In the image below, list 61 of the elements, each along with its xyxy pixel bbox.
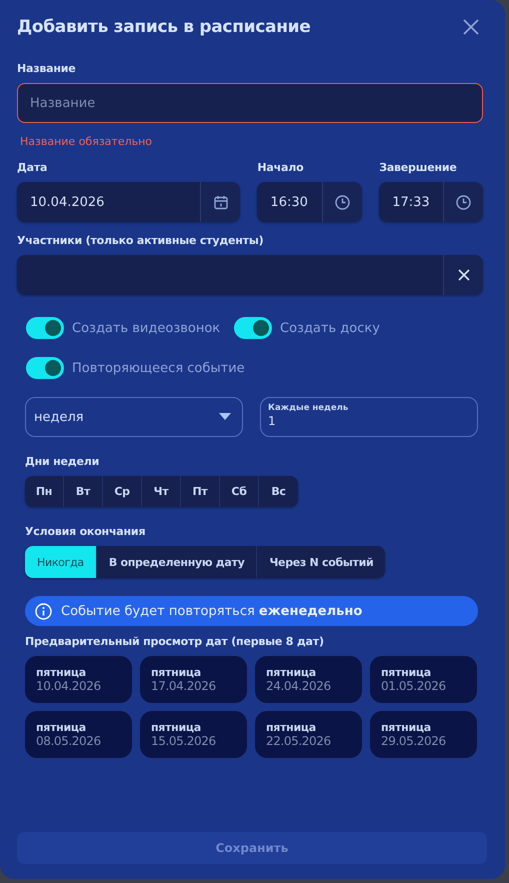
date-text: 10.04.2026 — [36, 679, 102, 693]
clock-button[interactable] — [322, 182, 362, 222]
date-text: 24.04.2026 — [266, 679, 332, 693]
time-field[interactable]: 17:33 — [379, 182, 443, 222]
section-label: Дни недели — [25, 455, 100, 468]
weekday-text: пятница — [36, 666, 87, 679]
weekday-toggle[interactable]: Вс — [259, 476, 298, 507]
date-field[interactable]: 10.04.2026 — [17, 182, 200, 222]
section-label: Условия окончания — [25, 525, 146, 538]
weekday-toggle[interactable]: Ср — [103, 476, 142, 507]
field-label: Завершение — [379, 161, 457, 174]
toggle-switch[interactable] — [234, 317, 272, 339]
interval-field[interactable]: Каждые недель 1 — [260, 397, 478, 437]
field-label: Название — [17, 62, 76, 75]
weekday-text: пятница — [381, 666, 432, 679]
info-text: Событие будет повторяться еженедельно — [61, 604, 362, 618]
end-condition-tab[interactable]: В определенную дату — [96, 546, 258, 578]
date-text: 17.04.2026 — [151, 679, 217, 693]
clear-button[interactable] — [443, 255, 483, 295]
weekday-text: пятница — [151, 666, 202, 679]
end-condition-tab[interactable]: Через N событий — [257, 546, 386, 578]
error-message: Название обязательно — [20, 135, 152, 148]
time-field[interactable]: 16:30 — [257, 182, 322, 222]
info-icon — [35, 602, 52, 620]
field-label: Начало — [257, 161, 304, 174]
name-field[interactable]: Название — [17, 83, 483, 123]
weekday-text: пятница — [266, 721, 317, 734]
caret-icon — [219, 413, 231, 421]
clock-icon — [335, 194, 350, 210]
toggle-switch[interactable] — [26, 357, 64, 379]
field-label: Дата — [17, 161, 48, 174]
date-text: 29.05.2026 — [381, 734, 447, 748]
section-label: Предварительный просмотр дат (первые 8 дат) — [25, 635, 324, 648]
date-text: 22.05.2026 — [266, 734, 332, 748]
toggle-switch[interactable] — [26, 317, 64, 339]
weekday-toggle[interactable]: Чт — [142, 476, 181, 507]
clock-button[interactable] — [443, 182, 483, 222]
end-condition-tab[interactable]: Никогда — [25, 546, 97, 578]
date-text: 08.05.2026 — [36, 734, 102, 748]
toggle-label: Повторяющееся событие — [72, 360, 245, 376]
repeat-select[interactable]: неделя — [25, 397, 243, 437]
weekday-toggle[interactable]: Пт — [181, 476, 220, 507]
participants-field[interactable] — [17, 255, 443, 295]
date-text: 01.05.2026 — [381, 679, 447, 693]
weekday-toggle[interactable]: Вт — [64, 476, 103, 507]
clock-icon — [456, 194, 471, 210]
weekday-text: пятница — [381, 721, 432, 734]
field-label: Участники (только активные студенты) — [17, 234, 264, 247]
date-text: 15.05.2026 — [151, 734, 217, 748]
calendar-button[interactable] — [200, 182, 240, 222]
weekday-text: пятница — [36, 721, 87, 734]
weekday-text: пятница — [266, 666, 317, 679]
calendar-icon — [214, 194, 228, 210]
toggle-label: Создать доску — [280, 320, 380, 336]
weekday-toggle[interactable]: Сб — [220, 476, 259, 507]
toggle-label: Создать видеозвонок — [72, 320, 220, 336]
weekday-toggle[interactable]: Пн — [25, 476, 64, 507]
close-icon — [458, 269, 470, 281]
weekday-text: пятница — [151, 721, 202, 734]
close-icon[interactable] — [463, 19, 479, 35]
dialog-title: Добавить запись в расписание — [17, 17, 310, 37]
